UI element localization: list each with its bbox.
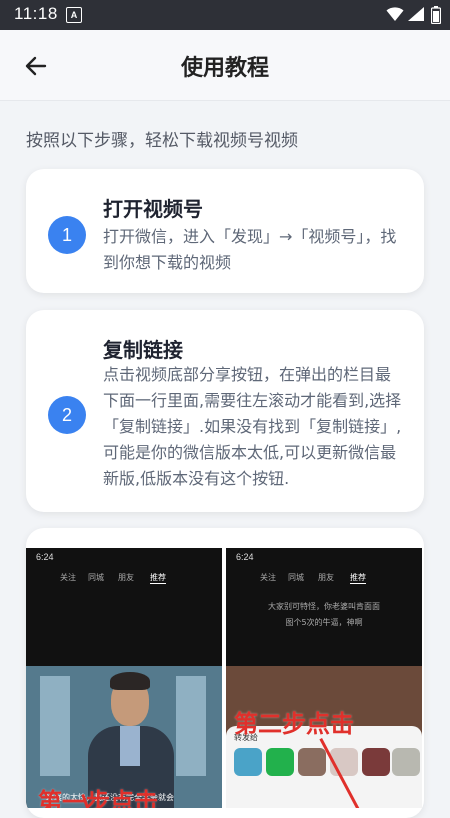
- status-time: 11:18: [14, 4, 58, 23]
- subtitle-line: 大家别可特怪，你老婆叫肯面面: [268, 602, 380, 611]
- phone-tab: 同城: [288, 573, 304, 582]
- page-title: 使用教程: [180, 56, 269, 81]
- wifi-icon: [386, 7, 404, 21]
- battery-icon: [431, 6, 441, 24]
- phone-tab-active: 推荐: [350, 573, 366, 584]
- phone-tab: 同城: [88, 573, 104, 582]
- contact-avatar: [392, 748, 420, 776]
- annotation-step-2: 第二步点击: [234, 710, 354, 738]
- example-screenshots-card: 6:24 关注 同城 朋友 推荐 发展的太快，我还没有完全学会就会 第一步点击 …: [26, 528, 424, 818]
- step-description: 点击视频底部分享按钮，在弹出的栏目最下面一行里面,需要往左滚动才能看到,选择「复…: [103, 365, 402, 488]
- notification-icon: A: [66, 7, 82, 23]
- phone-status-time: 6:24: [236, 552, 254, 562]
- phone-tab-active: 推荐: [150, 573, 166, 584]
- example-screenshot-step-1: 6:24 关注 同城 朋友 推荐 发展的太快，我还没有完全学会就会 第一步点击: [26, 548, 222, 808]
- contact-avatar: [362, 748, 390, 776]
- step-card-1: 1 打开视频号 打开微信，进入「发现」→「视频号」，找到你想下载的视频: [26, 169, 424, 293]
- wechat-icon: [266, 748, 294, 776]
- contact-avatar: [298, 748, 326, 776]
- example-screenshot-step-2: 6:24 关注 同城 朋友 推荐 大家别可特怪，你老婆叫肯面面 图个5次的牛逼，…: [226, 548, 422, 808]
- app-header: 使用教程: [0, 30, 450, 101]
- phone-tab: 朋友: [118, 573, 134, 582]
- status-bar: 11:18 A: [0, 0, 450, 30]
- phone-tab-bar: 关注 同城 朋友 推荐: [226, 570, 422, 586]
- step-title: 复制链接: [103, 338, 183, 362]
- step-description: 打开微信，进入「发现」→「视频号」，找到你想下载的视频: [103, 227, 397, 272]
- intro-text: 按照以下步骤，轻松下载视频号视频: [26, 131, 298, 151]
- step-number-badge: 2: [48, 396, 86, 434]
- phone-tab: 关注: [260, 573, 276, 582]
- phone-tab-bar: 关注 同城 朋友 推荐: [26, 570, 222, 586]
- step-title: 打开视频号: [103, 197, 203, 221]
- step-number-badge: 1: [48, 216, 86, 254]
- signal-icon: [408, 7, 424, 21]
- step-card-2: 2 复制链接 点击视频底部分享按钮，在弹出的栏目最下面一行里面,需要往左滚动才能…: [26, 310, 424, 512]
- phone-status-time: 6:24: [36, 552, 54, 562]
- contact-avatar: [234, 748, 262, 776]
- annotation-step-1: 第一步点击: [38, 788, 158, 808]
- phone-tab: 朋友: [318, 573, 334, 582]
- phone-tab: 关注: [60, 573, 76, 582]
- subtitle-line: 图个5次的牛逼，神啊: [285, 618, 363, 627]
